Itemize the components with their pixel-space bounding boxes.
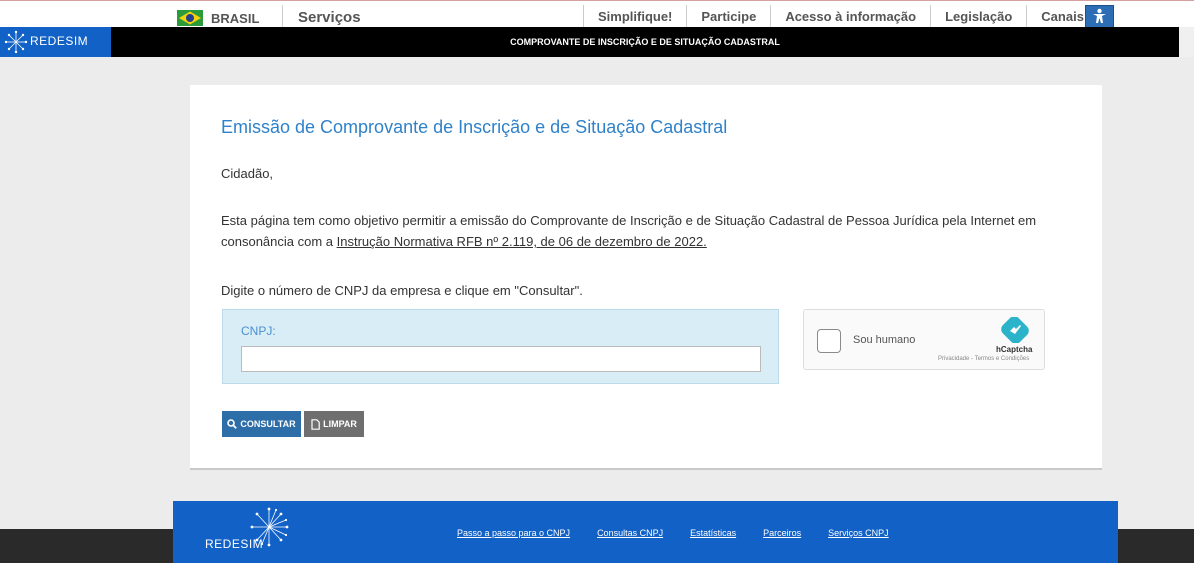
footer-logo-text: REDESIM [205,537,264,551]
instruction-text: Digite o número de CNPJ da empresa e cli… [221,283,583,298]
gov-nav: Simplifique! Participe Acesso à informaç… [583,5,1098,28]
gov-link-simplifique[interactable]: Simplifique! [583,5,686,28]
main-card: Emissão de Comprovante de Inscrição e de… [190,85,1102,470]
redesim-logo[interactable]: REDESIM [0,27,111,57]
footer: REDESIM Passo a passo para o CNPJ Consul… [173,501,1118,563]
intro-line-2: consonância com a [221,234,337,249]
consultar-label: CONSULTAR [240,419,296,429]
scrollbar[interactable] [1179,27,1194,57]
accessibility-icon [1093,8,1106,23]
redesim-header-strip: REDESIM COMPROVANTE DE INSCRIÇÃO E DE SI… [0,27,1194,57]
cnpj-input[interactable] [241,346,761,372]
file-icon [311,418,320,430]
gov-link-participe[interactable]: Participe [686,5,770,28]
brasil-link[interactable]: BRASIL [211,11,259,26]
instrucao-normativa-link[interactable]: Instrução Normativa RFB nº 2.119, de 06 … [337,234,707,249]
intro-line-1: Esta página tem como objetivo permitir a… [221,213,1037,228]
brazil-flag-icon [177,10,203,26]
captcha-checkbox[interactable] [817,329,841,353]
cnpj-form-panel: CNPJ: [222,309,779,384]
greeting-text: Cidadão, [221,166,274,181]
footer-link-estatisticas[interactable]: Estatísticas [690,528,736,538]
accessibility-button[interactable] [1085,5,1114,28]
redesim-logo-text: REDESIM [30,34,89,48]
search-icon [227,419,238,429]
footer-link-consultas[interactable]: Consultas CNPJ [597,528,663,538]
hcaptcha-logo-icon [1001,317,1029,343]
limpar-label: LIMPAR [323,419,357,429]
gov-top-bar: BRASIL Serviços Simplifique! Participe A… [0,0,1194,28]
footer-link-parceiros[interactable]: Parceiros [763,528,801,538]
page-banner-title: COMPROVANTE DE INSCRIÇÃO E DE SITUAÇÃO C… [510,37,780,47]
footer-link-passo-a-passo[interactable]: Passo a passo para o CNPJ [457,528,570,538]
redesim-star-icon [4,30,28,54]
page-title: Emissão de Comprovante de Inscrição e de… [221,117,728,137]
gov-link-legislacao[interactable]: Legislação [930,5,1026,28]
footer-links: Passo a passo para o CNPJ Consultas CNPJ… [457,528,889,538]
servicos-link[interactable]: Serviços [282,5,361,28]
footer-link-servicos[interactable]: Serviços CNPJ [828,528,889,538]
cnpj-label: CNPJ: [241,324,276,338]
captcha-terms-link[interactable]: Privacidade - Termos e Condições [938,356,1029,362]
hcaptcha-widget: Sou humano hCaptcha Privacidade - Termos… [803,309,1045,370]
consultar-button[interactable]: CONSULTAR [222,411,301,437]
intro-text: Esta página tem como objetivo permitir a… [221,210,1036,252]
gov-link-acesso-informacao[interactable]: Acesso à informação [770,5,930,28]
limpar-button[interactable]: LIMPAR [304,411,364,437]
captcha-brand: hCaptcha [996,345,1033,354]
captcha-label: Sou humano [853,334,916,346]
